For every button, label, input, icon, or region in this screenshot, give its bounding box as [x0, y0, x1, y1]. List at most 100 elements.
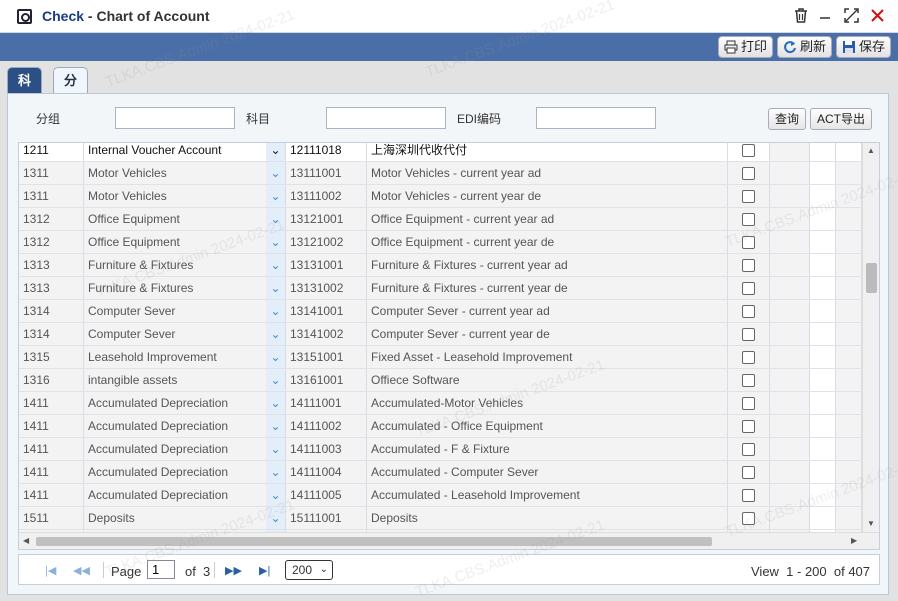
horizontal-scroll-thumb[interactable] — [36, 537, 712, 546]
scroll-right-icon[interactable]: ▶ — [851, 536, 857, 545]
row-checkbox[interactable] — [742, 466, 755, 479]
chevron-down-icon[interactable]: ⌄ — [266, 369, 286, 391]
table-row[interactable]: 1315 Leasehold Improvement ⌄ 13151001 Fixed … — [19, 346, 862, 369]
group-filter-input[interactable] — [115, 107, 235, 129]
row-checkbox-cell — [728, 143, 770, 161]
scroll-left-icon[interactable]: ◀ — [23, 536, 29, 545]
vertical-scrollbar[interactable]: ▲ ▼ — [862, 143, 879, 532]
row-description: Motor Vehicles - current year ad — [367, 162, 728, 184]
row-checkbox[interactable] — [742, 328, 755, 341]
chevron-down-icon[interactable]: ⌄ — [266, 323, 286, 345]
table-row[interactable]: 1314 Computer Sever ⌄ 13141002 Computer Seve… — [19, 323, 862, 346]
table-row[interactable]: 1311 Motor Vehicles ⌄ 13111001 Motor Vehicle… — [19, 162, 862, 185]
query-button[interactable]: 查询 — [768, 108, 807, 130]
tab-account[interactable]: 科目 — [7, 67, 43, 114]
row-group-select[interactable]: Furniture & Fixtures — [84, 277, 286, 299]
chevron-down-icon[interactable]: ⌄ — [266, 461, 286, 483]
close-icon[interactable] — [868, 8, 886, 26]
scroll-down-icon[interactable]: ▼ — [867, 519, 875, 528]
table-row[interactable]: 1316 intangible assets ⌄ 13161001 Offiece So… — [19, 369, 862, 392]
chevron-down-icon[interactable]: ⌄ — [266, 143, 286, 161]
vertical-scroll-thumb[interactable] — [866, 263, 877, 293]
chevron-down-icon[interactable]: ⌄ — [266, 438, 286, 460]
chevron-down-icon[interactable]: ⌄ — [266, 507, 286, 529]
table-row[interactable]: 1312 Office Equipment ⌄ 13121002 Office Equi… — [19, 231, 862, 254]
row-account-code: 13151001 — [286, 346, 367, 368]
row-group-select[interactable]: Motor Vehicles — [84, 162, 286, 184]
row-group-select[interactable]: Internal Voucher Account — [84, 143, 286, 161]
row-checkbox[interactable] — [742, 397, 755, 410]
chevron-down-icon[interactable]: ⌄ — [266, 346, 286, 368]
chevron-down-icon[interactable]: ⌄ — [266, 208, 286, 230]
row-checkbox[interactable] — [742, 190, 755, 203]
refresh-button[interactable]: 刷新 — [777, 36, 833, 58]
page-number-input[interactable] — [147, 560, 175, 579]
row-checkbox[interactable] — [742, 443, 755, 456]
row-checkbox[interactable] — [742, 144, 755, 157]
chevron-down-icon[interactable]: ⌄ — [266, 254, 286, 276]
table-row[interactable]: 1313 Furniture & Fixtures ⌄ 13131002 Furnitu… — [19, 277, 862, 300]
row-group-select[interactable]: Accumulated Depreciation — [84, 438, 286, 460]
row-group-select[interactable]: Leasehold Improvement — [84, 346, 286, 368]
table-row[interactable]: 1411 Accumulated Depreciation ⌄ 14111004 Acc… — [19, 461, 862, 484]
row-group-select[interactable]: Accumulated Depreciation — [84, 392, 286, 414]
view-range-text: View 1 - 200 of 407 — [751, 564, 871, 579]
row-group-select[interactable]: Motor Vehicles — [84, 185, 286, 207]
chevron-down-icon[interactable]: ⌄ — [266, 415, 286, 437]
maximize-icon[interactable] — [842, 8, 860, 26]
page-size-select[interactable]: 200 ⌄ — [285, 560, 333, 580]
row-checkbox[interactable] — [742, 305, 755, 318]
table-row[interactable]: 1411 Accumulated Depreciation ⌄ 14111002 Acc… — [19, 415, 862, 438]
chevron-down-icon[interactable]: ⌄ — [266, 392, 286, 414]
row-checkbox[interactable] — [742, 259, 755, 272]
row-group-select[interactable]: intangible assets — [84, 369, 286, 391]
row-group-select[interactable]: Accumulated Depreciation — [84, 484, 286, 506]
minimize-icon[interactable] — [816, 8, 834, 26]
next-page-icon[interactable]: ▶▶ — [225, 564, 242, 577]
print-button[interactable]: 打印 — [718, 36, 774, 58]
row-group-select[interactable]: Computer Sever — [84, 323, 286, 345]
first-page-icon[interactable]: |◀ — [45, 564, 56, 577]
row-checkbox[interactable] — [742, 374, 755, 387]
row-group-select[interactable]: Deposits — [84, 507, 286, 529]
save-button[interactable]: 保存 — [836, 36, 892, 58]
row-checkbox[interactable] — [742, 489, 755, 502]
table-row[interactable]: 1411 Accumulated Depreciation ⌄ 14111003 Acc… — [19, 438, 862, 461]
edi-filter-input[interactable] — [536, 107, 656, 129]
tab-group[interactable]: 分组 — [53, 67, 89, 114]
table-row[interactable]: 1313 Furniture & Fixtures ⌄ 13131001 Furnitu… — [19, 254, 862, 277]
row-checkbox[interactable] — [742, 213, 755, 226]
chevron-down-icon[interactable]: ⌄ — [266, 300, 286, 322]
row-checkbox[interactable] — [742, 512, 755, 525]
table-row[interactable]: 1312 Office Equipment ⌄ 13121001 Office Equi… — [19, 208, 862, 231]
row-group-select[interactable]: Accumulated Depreciation — [84, 415, 286, 437]
row-group-select[interactable]: Office Equipment — [84, 208, 286, 230]
row-group-select[interactable]: Computer Sever — [84, 300, 286, 322]
row-group-select[interactable]: Accumulated Depreciation — [84, 461, 286, 483]
horizontal-scrollbar[interactable]: ◀ ▶ — [19, 532, 879, 549]
row-checkbox[interactable] — [742, 282, 755, 295]
chevron-down-icon[interactable]: ⌄ — [266, 185, 286, 207]
table-row[interactable]: 1211 Internal Voucher Account ⌄ 12111018 上海深… — [19, 143, 862, 162]
row-checkbox[interactable] — [742, 420, 755, 433]
row-checkbox[interactable] — [742, 351, 755, 364]
prev-page-icon[interactable]: ◀◀ — [73, 564, 90, 577]
table-row[interactable]: 1411 Accumulated Depreciation ⌄ 14111001 Acc… — [19, 392, 862, 415]
scroll-up-icon[interactable]: ▲ — [867, 146, 875, 155]
account-filter-input[interactable] — [326, 107, 446, 129]
chevron-down-icon[interactable]: ⌄ — [266, 484, 286, 506]
chevron-down-icon[interactable]: ⌄ — [266, 231, 286, 253]
table-row[interactable]: 1511 Deposits ⌄ 15111001 Deposits — [19, 507, 862, 530]
last-page-icon[interactable]: ▶| — [259, 564, 270, 577]
act-export-button[interactable]: ACT导出 — [810, 108, 873, 130]
chevron-down-icon[interactable]: ⌄ — [266, 277, 286, 299]
row-group-select[interactable]: Furniture & Fixtures — [84, 254, 286, 276]
table-row[interactable]: 1411 Accumulated Depreciation ⌄ 14111005 Acc… — [19, 484, 862, 507]
table-row[interactable]: 1314 Computer Sever ⌄ 13141001 Computer Seve… — [19, 300, 862, 323]
row-checkbox[interactable] — [742, 236, 755, 249]
table-row[interactable]: 1311 Motor Vehicles ⌄ 13111002 Motor Vehicle… — [19, 185, 862, 208]
chevron-down-icon[interactable]: ⌄ — [266, 162, 286, 184]
row-group-select[interactable]: Office Equipment — [84, 231, 286, 253]
row-checkbox[interactable] — [742, 167, 755, 180]
trash-icon[interactable] — [792, 8, 810, 26]
